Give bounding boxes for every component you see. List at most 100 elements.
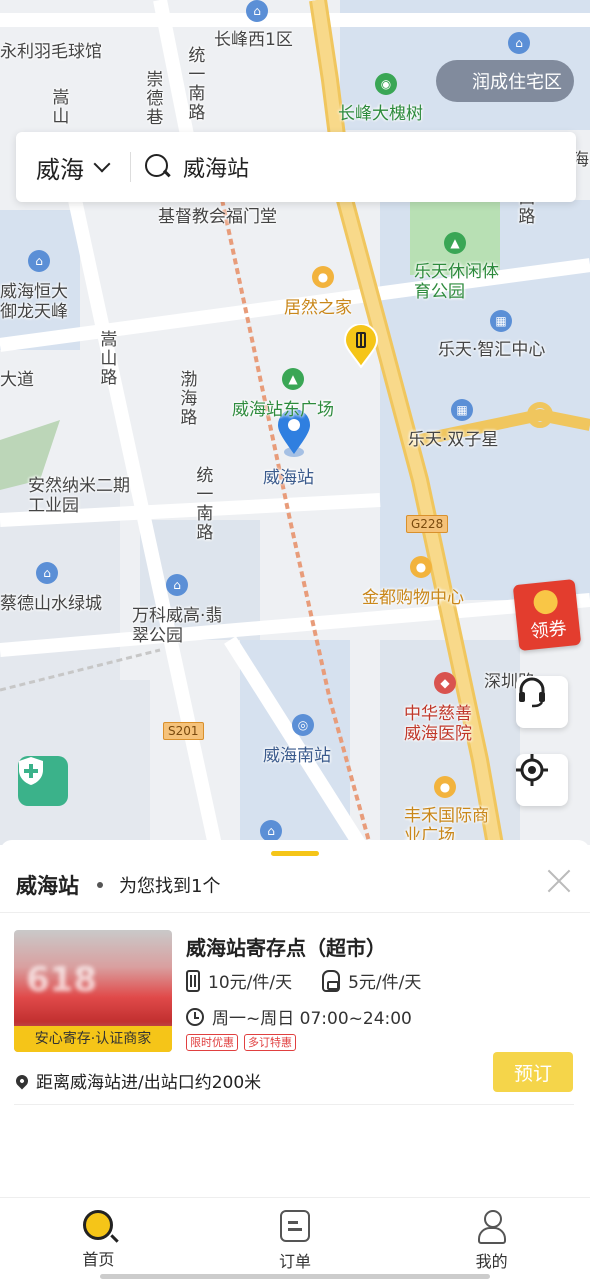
map-label: 威海恒大御龙天峰: [0, 282, 68, 323]
map-label: 嵩山: [48, 88, 69, 126]
storage-point-card[interactable]: 618 安心寄存·认证商家 威海站寄存点（超市） 10元/件/天 5元/件/天 …: [13, 928, 574, 1108]
map-label: 嵩山路: [96, 330, 117, 387]
building-poi-icon[interactable]: ▦: [451, 399, 473, 421]
home-poi-icon[interactable]: ⌂: [260, 820, 282, 842]
home-poi-icon[interactable]: ⌂: [28, 250, 50, 272]
map-label: 统一南路: [192, 466, 213, 542]
order-list-icon: [280, 1210, 310, 1242]
map-view[interactable]: ⌂ ⌂ ◉ ▲ ● ⌂ ▦ ▲ ▦ ● ⌂ ⌂ ◆ ◎ ● ⌂ G228 S20…: [0, 0, 590, 845]
map-label: 威海站: [263, 468, 314, 488]
promo-tag: 多订特惠: [244, 1034, 296, 1051]
status-bar: [0, 8, 590, 36]
search-input[interactable]: 威海站: [183, 151, 249, 183]
hours-row: 周一~周日 07:00~24:00: [186, 1004, 412, 1029]
map-label: 崇德巷: [142, 70, 163, 127]
map-label: 威海站东广场: [232, 400, 334, 420]
verified-merchant-badge: 安心寄存·认证商家: [14, 1026, 172, 1052]
pin-icon: [13, 1072, 31, 1089]
distance-text: 距离威海站进/出站口约200米: [36, 1073, 262, 1093]
shop-poi-icon[interactable]: ●: [312, 266, 334, 288]
home-search-icon: [83, 1210, 114, 1240]
storage-marker-icon[interactable]: [344, 324, 378, 368]
nav-mine[interactable]: 我的: [393, 1198, 590, 1280]
home-poi-icon[interactable]: ⌂: [166, 574, 188, 596]
store-name: 威海站寄存点（超市）: [186, 936, 386, 960]
home-poi-icon[interactable]: ⌂: [246, 0, 268, 22]
chevron-down-icon: [93, 155, 111, 173]
coupon-button[interactable]: 领券: [512, 578, 582, 652]
price-small-item: 5元/件/天: [322, 968, 421, 993]
home-poi-icon[interactable]: ⌂: [36, 562, 58, 584]
map-label: 基督教会福门堂: [158, 207, 277, 227]
clock-icon: [186, 1007, 204, 1026]
home-poi-icon[interactable]: ⌂: [508, 32, 530, 54]
nav-home[interactable]: 首页: [0, 1198, 197, 1280]
map-label: 统一南路: [184, 46, 205, 122]
shop-poi-icon[interactable]: ●: [410, 556, 432, 578]
shield-icon: [19, 757, 43, 785]
safety-shield-button[interactable]: [18, 756, 68, 806]
nav-orders-label: 订单: [279, 1252, 312, 1271]
distance-row: 距离威海站进/出站口约200米: [13, 1068, 262, 1093]
map-label: 渤海路: [176, 370, 197, 427]
building-poi-icon[interactable]: ▦: [490, 310, 512, 332]
map-label: 居然之家: [284, 298, 352, 318]
book-button[interactable]: 预订: [493, 1052, 573, 1092]
divider: [0, 912, 590, 913]
coin-icon: [532, 588, 559, 616]
headset-icon: [519, 677, 545, 708]
results-sheet[interactable]: 威海站 为您找到1个 618 安心寄存·认证商家 威海站寄存点（超市） 10元/…: [0, 840, 590, 1200]
map-label: 永利羽毛球馆: [0, 42, 102, 62]
road-badge-g228: G228: [406, 515, 449, 533]
map-label: 蔡德山水绿城: [0, 594, 102, 614]
hospital-poi-icon[interactable]: ◆: [434, 672, 456, 694]
sheet-header: 威海站 为您找到1个: [16, 870, 220, 900]
map-label: 万科威高·翡翠公园: [132, 606, 223, 647]
backpack-icon: [322, 969, 341, 992]
home-indicator[interactable]: [100, 1274, 490, 1279]
promo-tag: 限时优惠: [186, 1034, 238, 1051]
price-large-item: 10元/件/天: [186, 968, 292, 993]
suitcase-icon: [186, 969, 200, 992]
station-poi-icon[interactable]: ◎: [292, 714, 314, 736]
road-badge-s201: S201: [163, 722, 204, 740]
park-poi-icon[interactable]: ▲: [444, 232, 466, 254]
promo-tags: 限时优惠 多订特惠: [186, 1034, 302, 1051]
nav-home-label: 首页: [82, 1250, 115, 1269]
nav-mine-label: 我的: [475, 1252, 508, 1271]
sheet-drag-handle[interactable]: [271, 851, 319, 856]
park-poi-icon[interactable]: ▲: [282, 368, 304, 390]
map-label: 乐天·智汇中心: [438, 340, 546, 360]
map-label: 乐天休闲体育公园: [414, 262, 499, 303]
city-selector[interactable]: 威海: [16, 150, 130, 185]
map-label: 长峰大槐树: [338, 104, 423, 124]
close-icon[interactable]: [546, 868, 572, 894]
map-label: 长峰西1区: [214, 30, 293, 50]
separator-dot: [97, 882, 103, 888]
opening-hours: 周一~周日 07:00~24:00: [212, 1009, 412, 1029]
sheet-title: 威海站: [16, 874, 79, 898]
search-divider: [130, 152, 131, 182]
locate-me-button[interactable]: [516, 754, 568, 806]
search-bar[interactable]: 威海 威海站: [16, 132, 576, 202]
crosshair-icon: [516, 754, 548, 786]
nav-orders[interactable]: 订单: [197, 1198, 394, 1280]
customer-service-button[interactable]: [516, 676, 568, 728]
thumbnail-sign-text: 618: [26, 960, 97, 1000]
camera-poi-icon[interactable]: ◉: [375, 73, 397, 95]
coupon-label: 领券: [529, 618, 568, 643]
bottom-navigation: 首页 订单 我的: [0, 1197, 590, 1280]
store-thumbnail[interactable]: 618 安心寄存·认证商家: [14, 930, 172, 1052]
map-label: 中华慈善威海医院: [404, 704, 472, 745]
divider: [14, 1104, 574, 1105]
nearby-location-pill[interactable]: 润成住宅区: [436, 60, 574, 102]
map-label: 金都购物中心: [362, 588, 464, 608]
price-large: 10元/件/天: [208, 973, 293, 993]
search-icon: [145, 154, 171, 180]
price-row: 10元/件/天 5元/件/天: [186, 968, 451, 993]
map-label: 乐天·双子星: [408, 430, 499, 450]
map-label: 大道: [0, 370, 34, 390]
result-count: 为您找到1个: [119, 876, 221, 897]
shop-poi-icon[interactable]: ●: [434, 776, 456, 798]
user-icon: [476, 1210, 508, 1244]
